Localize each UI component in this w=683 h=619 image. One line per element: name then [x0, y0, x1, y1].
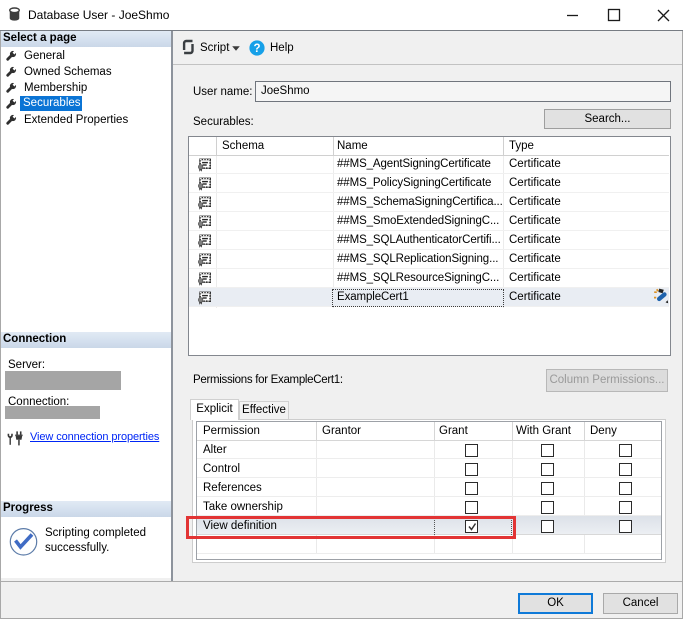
svg-text:?: ?	[253, 43, 260, 55]
